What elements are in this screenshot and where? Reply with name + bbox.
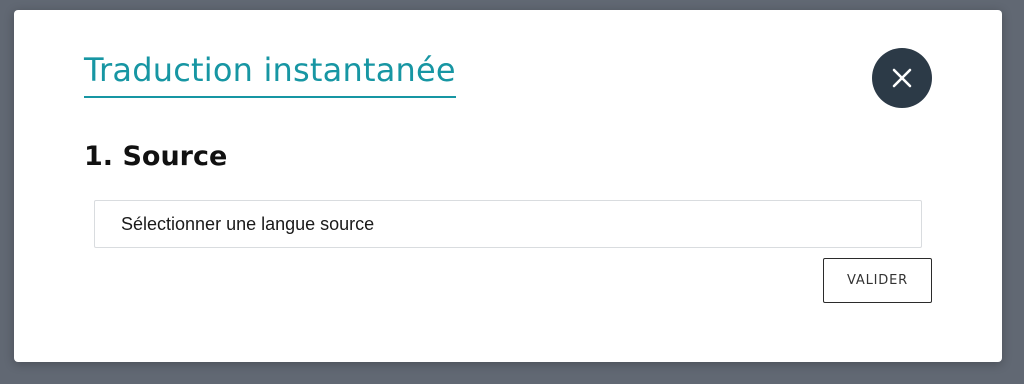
- source-language-placeholder: Sélectionner une langue source: [121, 213, 375, 234]
- close-button[interactable]: [872, 48, 932, 108]
- close-icon: [891, 67, 913, 89]
- translation-modal: Traduction instantanée 1. Source Sélecti…: [14, 10, 1002, 362]
- section-heading-source: 1. Source: [84, 141, 228, 172]
- validate-button[interactable]: VALIDER: [823, 258, 932, 303]
- modal-title: Traduction instantanée: [84, 50, 456, 98]
- source-language-select[interactable]: Sélectionner une langue source: [94, 200, 922, 248]
